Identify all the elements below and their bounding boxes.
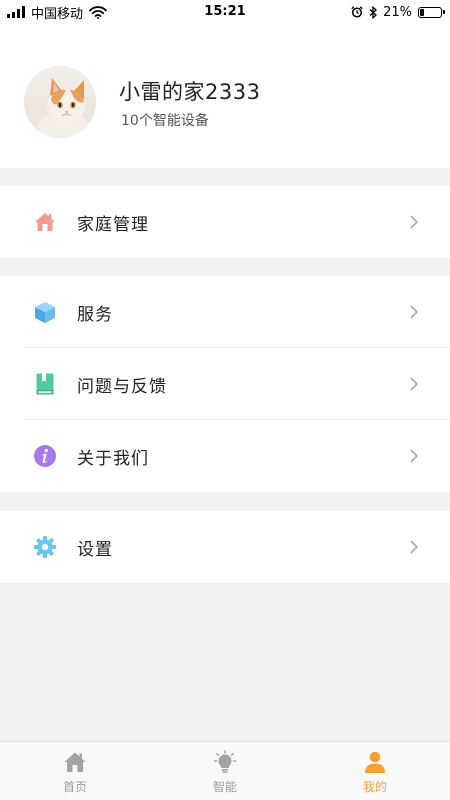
home-name: 小雷的家2333	[119, 80, 261, 104]
menu-label-service: 服务	[77, 304, 113, 325]
tab-label-mine: 我的	[362, 780, 387, 794]
tab-smart[interactable]: 智能	[150, 742, 300, 800]
alarm-icon	[351, 6, 363, 18]
menu-item-home-management[interactable]: 家庭管理	[0, 186, 450, 258]
menu-item-service[interactable]: 服务	[0, 276, 450, 348]
cat-avatar[interactable]	[24, 66, 96, 138]
cube-icon	[35, 302, 55, 323]
battery-percent: 21%	[383, 4, 412, 20]
menu-group-support: 服务 问题与反馈 关于我们	[0, 276, 450, 492]
menu-item-about[interactable]: 关于我们	[0, 420, 450, 492]
bluetooth-icon	[369, 5, 378, 19]
tab-mine[interactable]: 我的	[300, 742, 450, 800]
profile-header[interactable]: 小雷的家2333 10个智能设备	[0, 24, 450, 168]
bulb-tab-icon	[213, 750, 237, 773]
chevron-right-icon	[410, 540, 419, 554]
book-icon	[36, 373, 54, 395]
chevron-right-icon	[410, 377, 419, 391]
menu-label-settings: 设置	[77, 539, 113, 560]
menu-label-feedback: 问题与反馈	[77, 376, 167, 397]
status-bar: 中国移动 15:21 21%	[0, 0, 450, 24]
battery-icon	[418, 6, 445, 18]
tab-bar: 首页 智能 我的	[0, 741, 450, 800]
menu-group-home: 家庭管理	[0, 186, 450, 258]
tab-label-smart: 智能	[212, 780, 237, 794]
user-tab-icon	[365, 751, 385, 773]
chevron-right-icon	[410, 305, 419, 319]
chevron-right-icon	[410, 449, 419, 463]
menu-label-home-management: 家庭管理	[77, 214, 149, 235]
home-icon	[35, 213, 55, 231]
tab-label-home: 首页	[62, 780, 87, 794]
home-tab-icon	[64, 752, 86, 772]
menu-item-settings[interactable]: 设置	[0, 511, 450, 583]
tab-home[interactable]: 首页	[0, 742, 150, 800]
device-count: 10个智能设备	[121, 113, 209, 129]
screen: 中国移动 15:21 21% 小雷的家2333 10个智能设备 家庭管理 服务 …	[0, 0, 450, 800]
chevron-right-icon	[410, 215, 419, 229]
gear-icon	[34, 536, 56, 558]
status-right: 21%	[351, 0, 445, 24]
menu-group-settings: 设置	[0, 511, 450, 583]
info-icon	[34, 445, 56, 467]
menu-label-about: 关于我们	[77, 448, 149, 469]
battery-fill	[420, 8, 424, 16]
menu-item-feedback[interactable]: 问题与反馈	[0, 348, 450, 420]
